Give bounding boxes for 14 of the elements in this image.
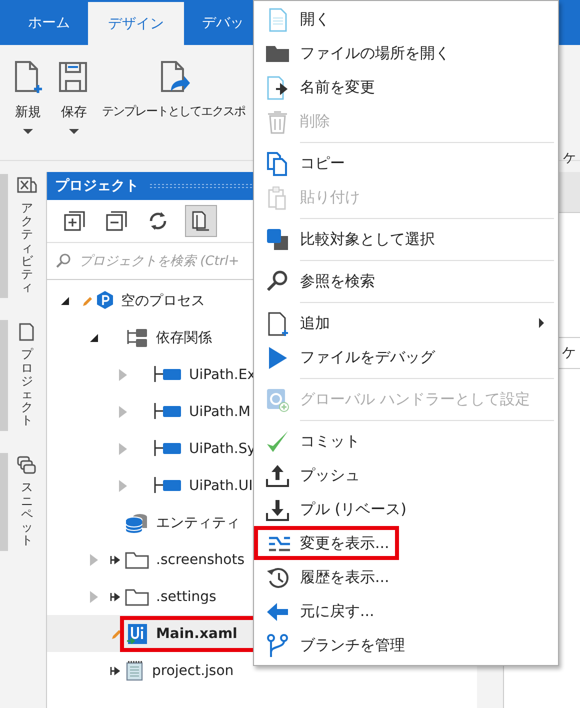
tree-label: UiPath.Sy (189, 440, 256, 456)
tree-label: 依存関係 (156, 328, 212, 346)
tree-label: UiPath.M (189, 404, 250, 420)
tree-label: UiPath.Ex (189, 366, 256, 382)
panel-title: プロジェクト (55, 177, 139, 195)
tree-label: .screenshots (156, 552, 245, 568)
highlight-frame: 変更を表示... (254, 526, 400, 560)
tree-label: project.json (152, 662, 234, 678)
tree-label: Main.xaml (156, 626, 238, 642)
pane-label: ケ (562, 344, 576, 362)
tree-label: .settings (156, 588, 216, 604)
tree-label: エンティティ (156, 514, 240, 532)
tree-label: 空のプロセス (121, 292, 205, 310)
tree-label: UiPath.UI (189, 478, 253, 494)
